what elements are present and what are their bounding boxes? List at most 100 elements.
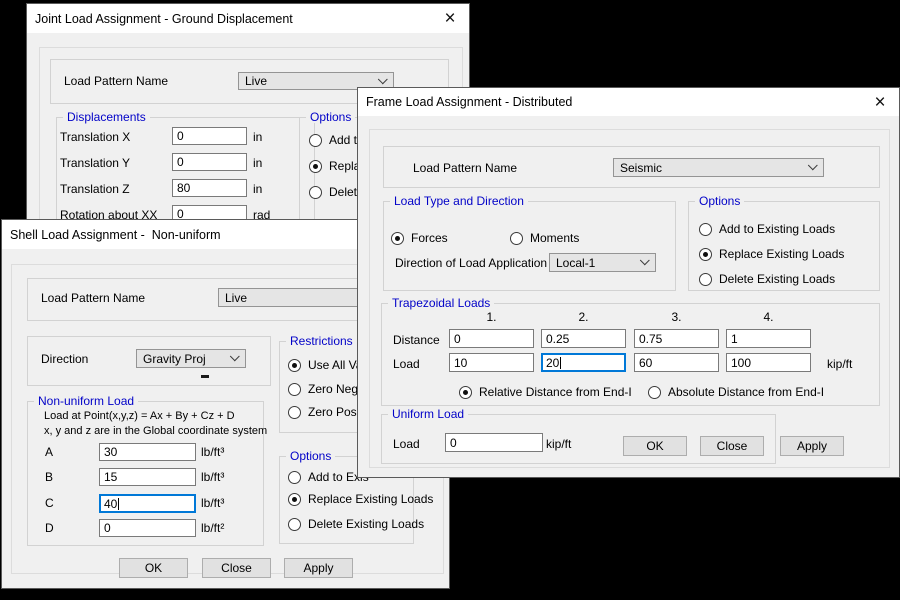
- field-value: 15: [104, 470, 117, 484]
- coef-b-label: B: [45, 471, 53, 484]
- group-title: Load Type and Direction: [390, 195, 528, 207]
- radio-icon: [288, 406, 301, 419]
- ok-button[interactable]: OK: [119, 558, 188, 578]
- translation-x-label: Translation X: [60, 131, 130, 144]
- radio-icon: [288, 471, 301, 484]
- radio-replace-existing[interactable]: Replace Existing Loads: [288, 492, 433, 506]
- radio-relative-distance[interactable]: Relative Distance from End-I: [459, 385, 632, 399]
- text-cursor: [118, 498, 119, 510]
- radio-icon: [288, 493, 301, 506]
- group-title: Displacements: [63, 111, 150, 123]
- field-value: 20: [546, 356, 559, 370]
- radio-moments[interactable]: Moments: [510, 231, 579, 245]
- load-1-field[interactable]: 10: [449, 353, 534, 372]
- radio-label: Forces: [411, 231, 448, 245]
- radio-use-all-values[interactable]: Use All Val: [288, 358, 365, 372]
- radio-zero-positive[interactable]: Zero Positi: [288, 405, 365, 419]
- coef-d-field[interactable]: 0: [99, 519, 196, 537]
- col-header-4: 4.: [726, 311, 811, 324]
- field-value: 30: [104, 445, 117, 459]
- close-button[interactable]: ×: [439, 8, 461, 30]
- combo-value: Gravity Proj: [143, 352, 206, 366]
- uniform-load-field[interactable]: 0: [445, 433, 543, 452]
- radio-delete-existing[interactable]: Delete Existing Loads: [699, 272, 835, 286]
- close-button[interactable]: Close: [202, 558, 271, 578]
- dash-mark: [201, 375, 209, 378]
- chevron-down-icon: [230, 351, 240, 361]
- radio-replace-existing[interactable]: Repla: [309, 159, 360, 173]
- close-button[interactable]: ×: [869, 91, 891, 113]
- radio-icon: [288, 383, 301, 396]
- radio-label: Replace Existing Loads: [308, 492, 433, 506]
- close-button[interactable]: Close: [700, 436, 764, 456]
- field-value: 0: [450, 436, 457, 450]
- radio-icon: [699, 248, 712, 261]
- shell-load-pattern-label: Load Pattern Name: [41, 292, 145, 305]
- close-icon: ×: [444, 9, 455, 28]
- frame-load-dialog: Frame Load Assignment - Distributed × Lo…: [357, 87, 900, 478]
- frame-load-type-group: Load Type and Direction: [383, 201, 676, 291]
- load-row-label: Load: [393, 358, 420, 371]
- radio-add-to-existing[interactable]: Add to: [309, 133, 364, 147]
- field-value: 10: [454, 356, 467, 370]
- radio-icon: [391, 232, 404, 245]
- radio-forces[interactable]: Forces: [391, 231, 448, 245]
- radio-icon: [459, 386, 472, 399]
- field-value: 60: [639, 356, 652, 370]
- load-2-field[interactable]: 20: [541, 353, 626, 372]
- unit-label: lb/ft³: [201, 471, 224, 484]
- distance-row-label: Distance: [393, 334, 440, 347]
- radio-icon: [288, 359, 301, 372]
- radio-absolute-distance[interactable]: Absolute Distance from End-I: [648, 385, 824, 399]
- field-value: 80: [177, 181, 190, 195]
- translation-y-label: Translation Y: [60, 157, 130, 170]
- radio-label: Add to Existing Loads: [719, 222, 835, 236]
- text-cursor: [560, 357, 561, 369]
- translation-z-label: Translation Z: [60, 183, 130, 196]
- field-value: 100: [731, 356, 751, 370]
- load-4-field[interactable]: 100: [726, 353, 811, 372]
- load-3-field[interactable]: 60: [634, 353, 719, 372]
- combo-value: Live: [225, 291, 247, 305]
- joint-load-pattern-label: Load Pattern Name: [64, 75, 168, 88]
- combo-value: Seismic: [620, 161, 662, 175]
- chevron-down-icon: [808, 160, 818, 170]
- coef-b-field[interactable]: 15: [99, 468, 196, 486]
- radio-icon: [309, 186, 322, 199]
- distance-1-field[interactable]: 0: [449, 329, 534, 348]
- joint-dialog-titlebar[interactable]: Joint Load Assignment - Ground Displacem…: [27, 4, 469, 33]
- field-value: 0: [177, 129, 184, 143]
- radio-label: Moments: [530, 231, 579, 245]
- radio-replace-existing[interactable]: Replace Existing Loads: [699, 247, 844, 261]
- radio-icon: [288, 518, 301, 531]
- shell-direction-combo[interactable]: Gravity Proj: [136, 349, 246, 368]
- frame-load-pattern-combo[interactable]: Seismic: [613, 158, 824, 177]
- apply-button[interactable]: Apply: [780, 436, 844, 456]
- distance-2-field[interactable]: 0.25: [541, 329, 626, 348]
- translation-z-field[interactable]: 80: [172, 179, 247, 197]
- field-value: 0: [104, 521, 111, 535]
- ok-button[interactable]: OK: [623, 436, 687, 456]
- radio-delete-existing[interactable]: Delete Existing Loads: [288, 517, 424, 531]
- translation-x-field[interactable]: 0: [172, 127, 247, 145]
- distance-3-field[interactable]: 0.75: [634, 329, 719, 348]
- col-header-3: 3.: [634, 311, 719, 324]
- distance-4-field[interactable]: 1: [726, 329, 811, 348]
- coef-c-label: C: [45, 497, 54, 510]
- coef-d-label: D: [45, 522, 54, 535]
- radio-add-to-existing[interactable]: Add to Existing Loads: [699, 222, 835, 236]
- field-value: 0.75: [639, 332, 662, 346]
- radio-icon: [699, 273, 712, 286]
- coef-c-field[interactable]: 40: [99, 494, 196, 513]
- apply-button[interactable]: Apply: [284, 558, 353, 578]
- field-value: 0: [454, 332, 461, 346]
- frame-dialog-titlebar[interactable]: Frame Load Assignment - Distributed ×: [358, 88, 899, 116]
- coef-a-field[interactable]: 30: [99, 443, 196, 461]
- direction-of-load-combo[interactable]: Local-1: [549, 253, 656, 272]
- field-value: 0: [177, 155, 184, 169]
- radio-delete-existing[interactable]: Delete: [309, 185, 364, 199]
- formula-line2: x, y and z are in the Global coordinate …: [44, 425, 267, 438]
- radio-label: Delete Existing Loads: [719, 272, 835, 286]
- formula-line1: Load at Point(x,y,z) = Ax + By + Cz + D: [44, 410, 235, 423]
- translation-y-field[interactable]: 0: [172, 153, 247, 171]
